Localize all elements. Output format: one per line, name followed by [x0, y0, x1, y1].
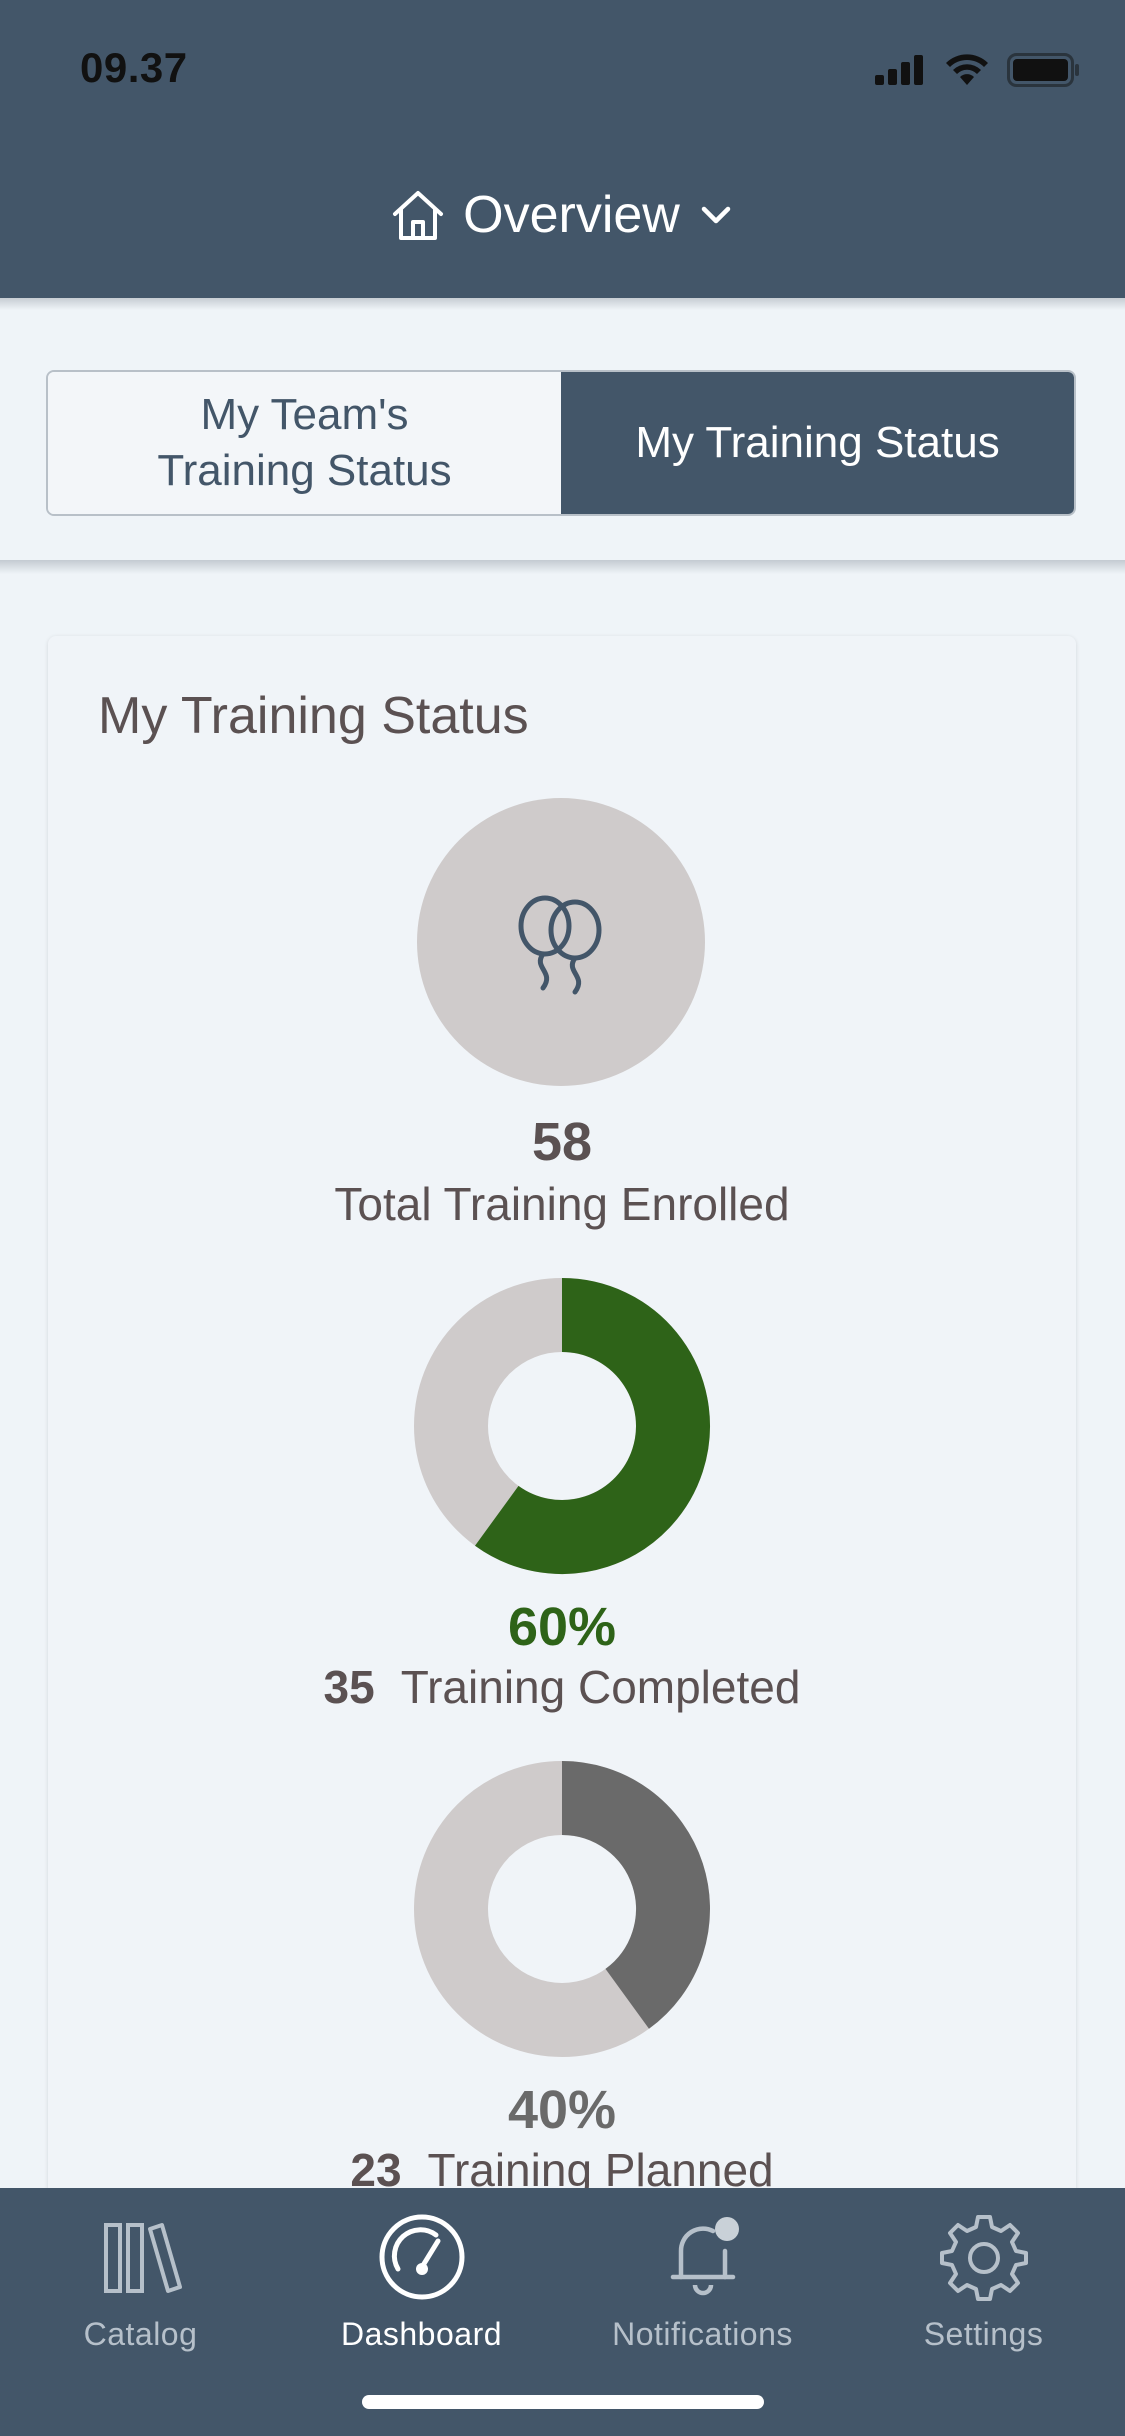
top-app-bar: 09.37 Overview — [0, 0, 1125, 298]
status-icons — [875, 50, 1081, 90]
tab-team-training-status[interactable]: My Team's Training Status — [48, 372, 561, 514]
tab-settings[interactable]: Settings — [843, 2188, 1124, 2368]
my-tab-label: My Training Status — [635, 418, 1000, 467]
tab-dashboard-label: Dashboard — [340, 2316, 503, 2352]
status-segmented-control: My Team's Training Status My Training St… — [46, 370, 1076, 516]
wifi-icon — [946, 54, 988, 85]
completed-count: 35 — [323, 1661, 375, 1713]
battery-icon — [1007, 53, 1079, 87]
home-indicator — [362, 2395, 764, 2409]
completed-stat: 60% 35 Training Completed — [48, 1596, 1076, 1714]
planned-donut — [414, 1761, 710, 2057]
completed-label: Training Completed — [400, 1661, 801, 1713]
enrolled-label: Total Training Enrolled — [334, 1178, 790, 1230]
planned-stat: 40% 23 Training Planned — [48, 2079, 1076, 2197]
enrolled-count: 58 — [531, 1112, 593, 1172]
completed-donut — [414, 1278, 710, 1574]
enrolled-circle — [417, 798, 705, 1086]
page-title: Overview — [463, 186, 680, 244]
bell-icon — [670, 2217, 739, 2296]
section-divider — [0, 560, 1125, 574]
completed-percent: 60% — [507, 1597, 617, 1657]
enrolled-stat: 58 Total Training Enrolled — [48, 1111, 1076, 1231]
signal-icon — [875, 55, 923, 85]
tab-notifications-label: Notifications — [612, 2316, 793, 2352]
tab-catalog[interactable]: Catalog — [0, 2188, 281, 2368]
home-icon — [393, 191, 444, 240]
tab-settings-label: Settings — [923, 2316, 1044, 2352]
training-status-card: My Training Status 58 Total Training Enr… — [48, 636, 1076, 2336]
books-icon — [103, 2223, 182, 2293]
card-title: My Training Status — [98, 687, 529, 745]
overview-menu-button[interactable]: Overview — [0, 180, 1125, 250]
tab-notifications[interactable]: Notifications — [562, 2188, 843, 2368]
planned-percent: 40% — [507, 2080, 617, 2140]
tab-catalog-label: Catalog — [83, 2316, 198, 2352]
header-shadow — [0, 298, 1125, 310]
gear-icon — [939, 2215, 1028, 2301]
tab-dashboard[interactable]: Dashboard — [281, 2188, 562, 2368]
tab-my-training-status[interactable]: My Training Status — [561, 372, 1074, 514]
gauge-icon — [379, 2214, 464, 2300]
completed-label-row: 35 Training Completed — [48, 1660, 1076, 1714]
team-tab-label-line1: My Team's — [200, 390, 409, 439]
team-tab-label-line2: Training Status — [157, 446, 452, 495]
chevron-down-icon — [701, 206, 731, 224]
planned-arc — [560, 1761, 710, 2029]
status-time: 09.37 — [80, 44, 188, 91]
